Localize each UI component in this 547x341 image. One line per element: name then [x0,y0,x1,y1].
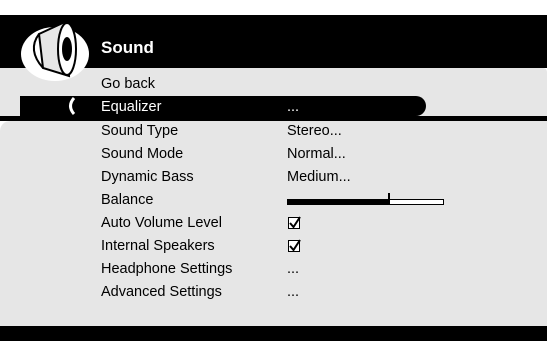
menu-value-sound-type: Stereo... [287,123,342,139]
bottom-band [0,326,547,341]
menu-item-headphone-settings[interactable]: Headphone Settings [101,260,232,278]
menu-panel-lower [0,121,547,326]
menu-item-equalizer[interactable]: Equalizer [101,98,161,116]
balance-slider-handle[interactable] [388,193,391,205]
checkmark-icon [289,239,301,252]
balance-slider[interactable] [287,199,444,205]
menu-item-sound-mode[interactable]: Sound Mode [101,145,183,163]
menu-item-auto-volume-level[interactable]: Auto Volume Level [101,214,222,232]
menu-item-balance[interactable]: Balance [101,191,153,209]
menu-value-equalizer: ... [287,99,300,115]
balance-slider-fill [288,200,389,204]
menu-value-dynamic-bass: Medium... [287,169,351,185]
selection-indicator [69,97,76,115]
menu-value-headphone-settings: ... [287,261,300,277]
menu-value-advanced-settings: ... [287,284,300,300]
menu-item-internal-speakers[interactable]: Internal Speakers [101,237,215,255]
menu-item-go-back[interactable]: Go back [101,75,155,93]
sound-menu: Sound Go back Equalizer ... Sound Type S… [0,0,547,341]
menu-value-sound-mode: Normal... [287,146,346,162]
menu-item-advanced-settings[interactable]: Advanced Settings [101,283,222,301]
internal-speakers-checkbox[interactable] [288,239,301,252]
menu-item-dynamic-bass[interactable]: Dynamic Bass [101,168,194,186]
menu-item-sound-type[interactable]: Sound Type [101,122,178,140]
menu-title: Sound [101,38,154,57]
speaker-icon [17,20,95,82]
auto-volume-level-checkbox[interactable] [288,216,301,229]
checkmark-icon [289,216,301,229]
selection-highlight [20,96,426,116]
